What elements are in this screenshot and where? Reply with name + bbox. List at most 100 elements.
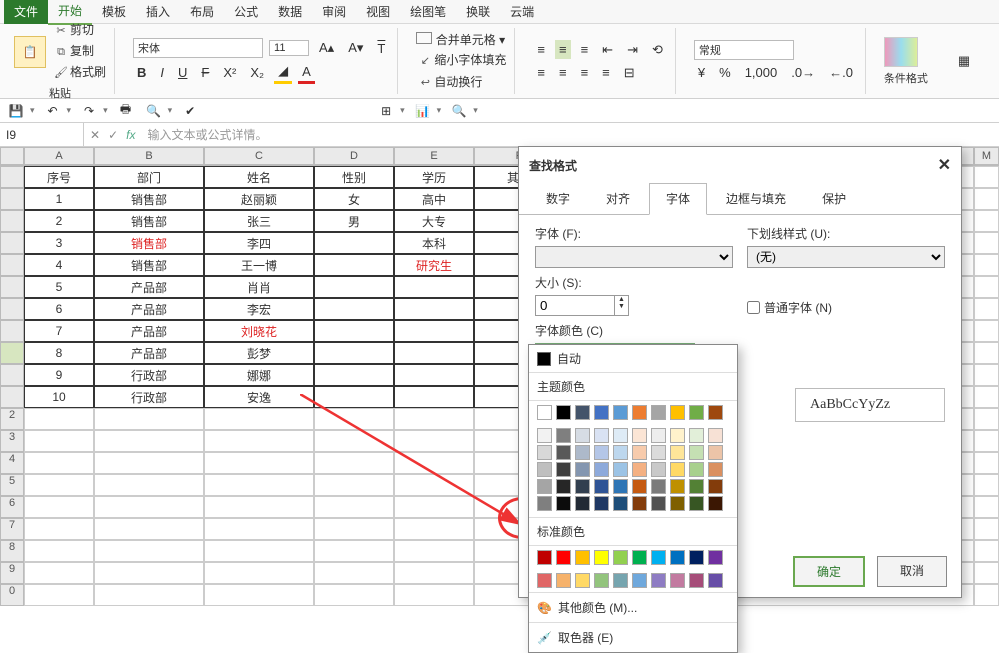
cell[interactable]: 6 [24,298,94,320]
cell[interactable] [314,364,394,386]
row-header[interactable] [0,342,24,364]
row-header[interactable]: 0 [0,584,24,606]
color-swatch[interactable] [708,573,723,588]
cell[interactable] [394,298,474,320]
format-painter-button[interactable]: 🖌格式刷 [52,63,106,82]
cell[interactable] [974,430,999,452]
color-swatch[interactable] [556,445,571,460]
color-swatch[interactable] [537,573,552,588]
color-swatch[interactable] [613,428,628,443]
color-swatch[interactable] [632,462,647,477]
cell[interactable] [24,474,94,496]
row-header[interactable] [0,210,24,232]
menu-insert[interactable]: 插入 [136,0,180,24]
color-swatch[interactable] [670,445,685,460]
menu-data[interactable]: 数据 [268,0,312,24]
cell[interactable]: 性别 [314,166,394,188]
color-swatch[interactable] [613,405,628,420]
cell[interactable] [314,320,394,342]
dialog-close-button[interactable]: ✕ [938,155,951,175]
cell[interactable] [314,298,394,320]
color-swatch[interactable] [689,405,704,420]
row-header[interactable] [0,276,24,298]
cell[interactable] [394,518,474,540]
cell[interactable] [314,562,394,584]
cell-styles-button[interactable]: ▦ [954,51,974,71]
row-header[interactable] [0,232,24,254]
ok-button[interactable]: 确定 [793,556,865,587]
color-swatch[interactable] [613,445,628,460]
cell[interactable]: 李四 [204,232,314,254]
cell[interactable] [94,496,204,518]
col-header[interactable]: D [314,147,394,165]
color-swatch[interactable] [651,550,666,565]
color-swatch[interactable] [651,479,666,494]
color-swatch[interactable] [575,428,590,443]
cell[interactable]: 3 [24,232,94,254]
cell[interactable] [974,166,999,188]
color-swatch[interactable] [708,428,723,443]
distribute-button[interactable]: ≡ [598,63,614,82]
color-swatch[interactable] [632,496,647,511]
color-swatch[interactable] [594,462,609,477]
cell[interactable] [24,518,94,540]
select-all-corner[interactable] [0,147,24,165]
color-swatch[interactable] [632,573,647,588]
cell[interactable] [394,540,474,562]
cell[interactable]: 李宏 [204,298,314,320]
cell[interactable]: 研究生 [394,254,474,276]
shrink-font-button[interactable]: ↙缩小字体填充 [416,51,506,70]
color-swatch[interactable] [556,405,571,420]
strike-button[interactable]: F [197,63,213,82]
row-header[interactable]: 6 [0,496,24,518]
cell[interactable] [94,452,204,474]
col-header[interactable]: E [394,147,474,165]
qt-icon-3[interactable]: 🔍 [449,102,469,120]
cell[interactable] [394,276,474,298]
color-swatch[interactable] [689,550,704,565]
color-swatch[interactable] [632,428,647,443]
color-swatch[interactable] [689,496,704,511]
cell[interactable] [314,408,394,430]
auto-color-item[interactable]: 自动 [529,345,737,372]
cell[interactable]: 赵丽颖 [204,188,314,210]
row-header[interactable]: 5 [0,474,24,496]
cell[interactable] [974,210,999,232]
copy-button[interactable]: ⧉复制 [52,42,106,62]
color-swatch[interactable] [537,462,552,477]
currency-button[interactable]: ¥ [694,63,709,82]
font-color-button[interactable]: A [298,62,315,84]
merge-across-button[interactable]: ⊟ [620,63,639,83]
row-header[interactable]: 7 [0,518,24,540]
name-box[interactable]: I9 [0,123,84,146]
inc-dec-button[interactable]: .0→ [787,63,819,82]
row-header[interactable]: 3 [0,430,24,452]
row-header[interactable]: 9 [0,562,24,584]
cell[interactable] [394,584,474,606]
cell[interactable] [204,474,314,496]
cell[interactable]: 4 [24,254,94,276]
cell[interactable] [24,562,94,584]
indent-dec-button[interactable]: ⇤ [598,40,617,60]
cell[interactable]: 刘晓花 [204,320,314,342]
cell[interactable] [94,408,204,430]
cell[interactable] [94,474,204,496]
color-swatch[interactable] [575,496,590,511]
cell[interactable]: 2 [24,210,94,232]
cell[interactable] [204,408,314,430]
spell-button[interactable]: ✔ [180,102,200,120]
cell[interactable] [394,320,474,342]
color-swatch[interactable] [613,573,628,588]
menu-cloud[interactable]: 云端 [500,0,544,24]
row-header[interactable] [0,320,24,342]
super-button[interactable]: X² [219,63,240,82]
cell[interactable]: 学历 [394,166,474,188]
row-header[interactable]: 8 [0,540,24,562]
cell[interactable] [394,562,474,584]
cell[interactable]: 娜娜 [204,364,314,386]
clear-format-button[interactable]: T [373,39,389,58]
cell[interactable]: 1 [24,188,94,210]
color-swatch[interactable] [575,479,590,494]
cell[interactable] [974,254,999,276]
size-input[interactable] [535,295,615,316]
